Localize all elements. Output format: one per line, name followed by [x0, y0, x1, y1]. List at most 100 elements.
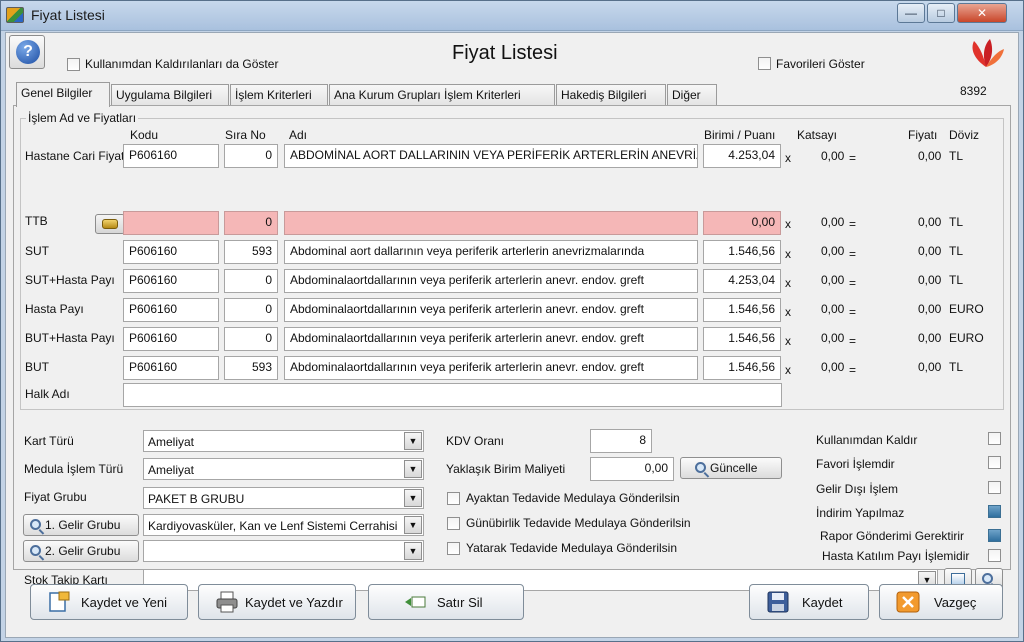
- gelir-grubu-2-button[interactable]: 2. Gelir Grubu: [23, 540, 139, 562]
- adi-field[interactable]: Abdominalaortdallarının veya periferik a…: [284, 327, 698, 351]
- tab-genel-bilgiler[interactable]: Genel Bilgiler: [16, 82, 110, 107]
- sira-no-field[interactable]: 0: [224, 327, 278, 351]
- fiyat-value: 0,00: [918, 215, 942, 229]
- equals-sign: =: [849, 305, 857, 319]
- kodu-field[interactable]: P606160: [123, 269, 219, 293]
- flag-indirim-label: İndirim Yapılmaz: [816, 506, 905, 520]
- flag-rapor-checkbox[interactable]: [988, 529, 1001, 542]
- kart-turu-value: Ameliyat: [148, 435, 195, 449]
- kodu-field[interactable]: P606160: [123, 327, 219, 351]
- sira-no-field[interactable]: 0: [224, 211, 278, 235]
- birim-field[interactable]: 1.546,56: [703, 327, 781, 351]
- tab-panel-genel: İşlem Ad ve Fiyatları Kodu Sıra No Adı B…: [13, 105, 1011, 591]
- close-button[interactable]: ✕: [957, 3, 1007, 23]
- tab-hakedis-bilgileri[interactable]: Hakediş Bilgileri: [556, 84, 666, 106]
- flag-hasta-katilim-checkbox[interactable]: [988, 549, 1001, 562]
- adi-field[interactable]: ABDOMİNAL AORT DALLARININ VEYA PERİFERİK…: [284, 144, 698, 168]
- gelir-grubu-1-select[interactable]: Kardiyovasküler, Kan ve Lenf Sistemi Cer…: [143, 514, 424, 536]
- gelir-grubu-2-select[interactable]: ▼: [143, 540, 424, 562]
- title-bar[interactable]: Fiyat Listesi — □ ✕: [1, 1, 1023, 31]
- maliyet-field[interactable]: 0,00: [590, 457, 674, 481]
- adi-field[interactable]: Abdominalaortdallarının veya periferik a…: [284, 269, 698, 293]
- fiyat-grubu-value: PAKET B GRUBU: [148, 492, 245, 506]
- tab-uygulama-bilgileri[interactable]: Uygulama Bilgileri: [111, 84, 229, 106]
- ayaktan-checkbox[interactable]: [447, 492, 460, 505]
- gunubirlik-label: Günübirlik Tedavide Medulaya Gönderilsin: [466, 516, 691, 530]
- flag-kullanimdan-kaldir-checkbox[interactable]: [988, 432, 1001, 445]
- medula-select[interactable]: Ameliyat ▼: [143, 458, 424, 480]
- kaydet-button[interactable]: Kaydet: [749, 584, 869, 620]
- fiyat-value: 0,00: [918, 302, 942, 316]
- tab-diger[interactable]: Diğer: [667, 84, 717, 106]
- record-number: 8392: [960, 84, 987, 98]
- katsayi-value: 0,00: [821, 215, 845, 229]
- sira-no-field[interactable]: 593: [224, 240, 278, 264]
- gunubirlik-checkbox[interactable]: [447, 517, 460, 530]
- doviz-value: EURO: [949, 331, 984, 345]
- flag-gelir-disi-checkbox[interactable]: [988, 481, 1001, 494]
- adi-field[interactable]: Abdominal aort dallarının veya periferik…: [284, 240, 698, 264]
- help-icon: ?: [16, 40, 40, 64]
- fiyat-value: 0,00: [918, 360, 942, 374]
- adi-field[interactable]: [284, 211, 698, 235]
- sira-no-field[interactable]: 0: [224, 269, 278, 293]
- equals-sign: =: [849, 217, 857, 231]
- satir-sil-button[interactable]: Satır Sil: [368, 584, 524, 620]
- search-icon: [695, 462, 706, 473]
- kodu-field[interactable]: P606160: [123, 298, 219, 322]
- show-favorites-checkbox[interactable]: [758, 57, 771, 70]
- kodu-field[interactable]: P606160: [123, 240, 219, 264]
- flag-gelir-disi-label: Gelir Dışı İşlem: [816, 482, 899, 496]
- group-title: İşlem Ad ve Fiyatları: [26, 111, 139, 125]
- halk-adi-field[interactable]: [123, 383, 782, 407]
- ttb-lookup-button[interactable]: [95, 214, 125, 234]
- flag-rapor-label: Rapor Gönderimi Gerektirir: [820, 529, 965, 543]
- help-button[interactable]: ?: [9, 35, 45, 69]
- sira-no-field[interactable]: 0: [224, 298, 278, 322]
- kaydet-ve-yazdir-button[interactable]: Kaydet ve Yazdır: [198, 584, 356, 620]
- kaydet-ve-yeni-button[interactable]: Kaydet ve Yeni: [30, 584, 188, 620]
- kdv-field[interactable]: 8: [590, 429, 652, 453]
- fiyat-grubu-select[interactable]: PAKET B GRUBU ▼: [143, 487, 424, 509]
- tab-ana-kurum-gruplari[interactable]: Ana Kurum Grupları İşlem Kriterleri: [329, 84, 555, 106]
- chevron-down-icon: ▼: [404, 460, 422, 478]
- flag-indirim-checkbox[interactable]: [988, 505, 1001, 518]
- kodu-field[interactable]: P606160: [123, 144, 219, 168]
- adi-field[interactable]: Abdominalaortdallarının veya periferik a…: [284, 356, 698, 380]
- kodu-field[interactable]: P606160: [123, 356, 219, 380]
- flag-favori-checkbox[interactable]: [988, 456, 1001, 469]
- birim-field[interactable]: 4.253,04: [703, 144, 781, 168]
- chevron-down-icon: ▼: [404, 516, 422, 534]
- adi-field[interactable]: Abdominalaortdallarının veya periferik a…: [284, 298, 698, 322]
- birim-field[interactable]: 1.546,56: [703, 356, 781, 380]
- tab-islem-kriterleri[interactable]: İşlem Kriterleri: [230, 84, 328, 106]
- yatarak-checkbox[interactable]: [447, 542, 460, 555]
- birim-field[interactable]: 1.546,56: [703, 298, 781, 322]
- minimize-button[interactable]: —: [897, 3, 925, 23]
- sira-no-field[interactable]: 0: [224, 144, 278, 168]
- birim-field[interactable]: 4.253,04: [703, 269, 781, 293]
- birim-field[interactable]: 0,00: [703, 211, 781, 235]
- gelir-grubu-1-button[interactable]: 1. Gelir Grubu: [23, 514, 139, 536]
- doviz-value: TL: [949, 215, 964, 229]
- kdv-label: KDV Oranı: [446, 434, 505, 448]
- show-removed-label: Kullanımdan Kaldırılanları da Göster: [85, 57, 279, 71]
- katsayi-value: 0,00: [821, 273, 845, 287]
- equals-sign: =: [849, 247, 857, 261]
- kart-turu-select[interactable]: Ameliyat ▼: [143, 430, 424, 452]
- chevron-down-icon: ▼: [404, 542, 422, 560]
- kodu-field[interactable]: [123, 211, 219, 235]
- sira-no-field[interactable]: 593: [224, 356, 278, 380]
- delete-row-icon: [405, 596, 426, 608]
- yatarak-label: Yatarak Tedavide Medulaya Gönderilsin: [466, 541, 678, 555]
- row-label-hasta-payi: Hasta Payı: [25, 302, 84, 316]
- show-removed-checkbox[interactable]: [67, 58, 80, 71]
- app-icon: [6, 7, 24, 23]
- ttb-lookup-icon: [102, 219, 118, 229]
- guncelle-button[interactable]: Güncelle: [680, 457, 782, 479]
- vazgec-label: Vazgeç: [934, 595, 977, 610]
- maximize-button[interactable]: □: [927, 3, 955, 23]
- vazgec-button[interactable]: Vazgeç: [879, 584, 1003, 620]
- birim-field[interactable]: 1.546,56: [703, 240, 781, 264]
- chevron-down-icon: ▼: [404, 432, 422, 450]
